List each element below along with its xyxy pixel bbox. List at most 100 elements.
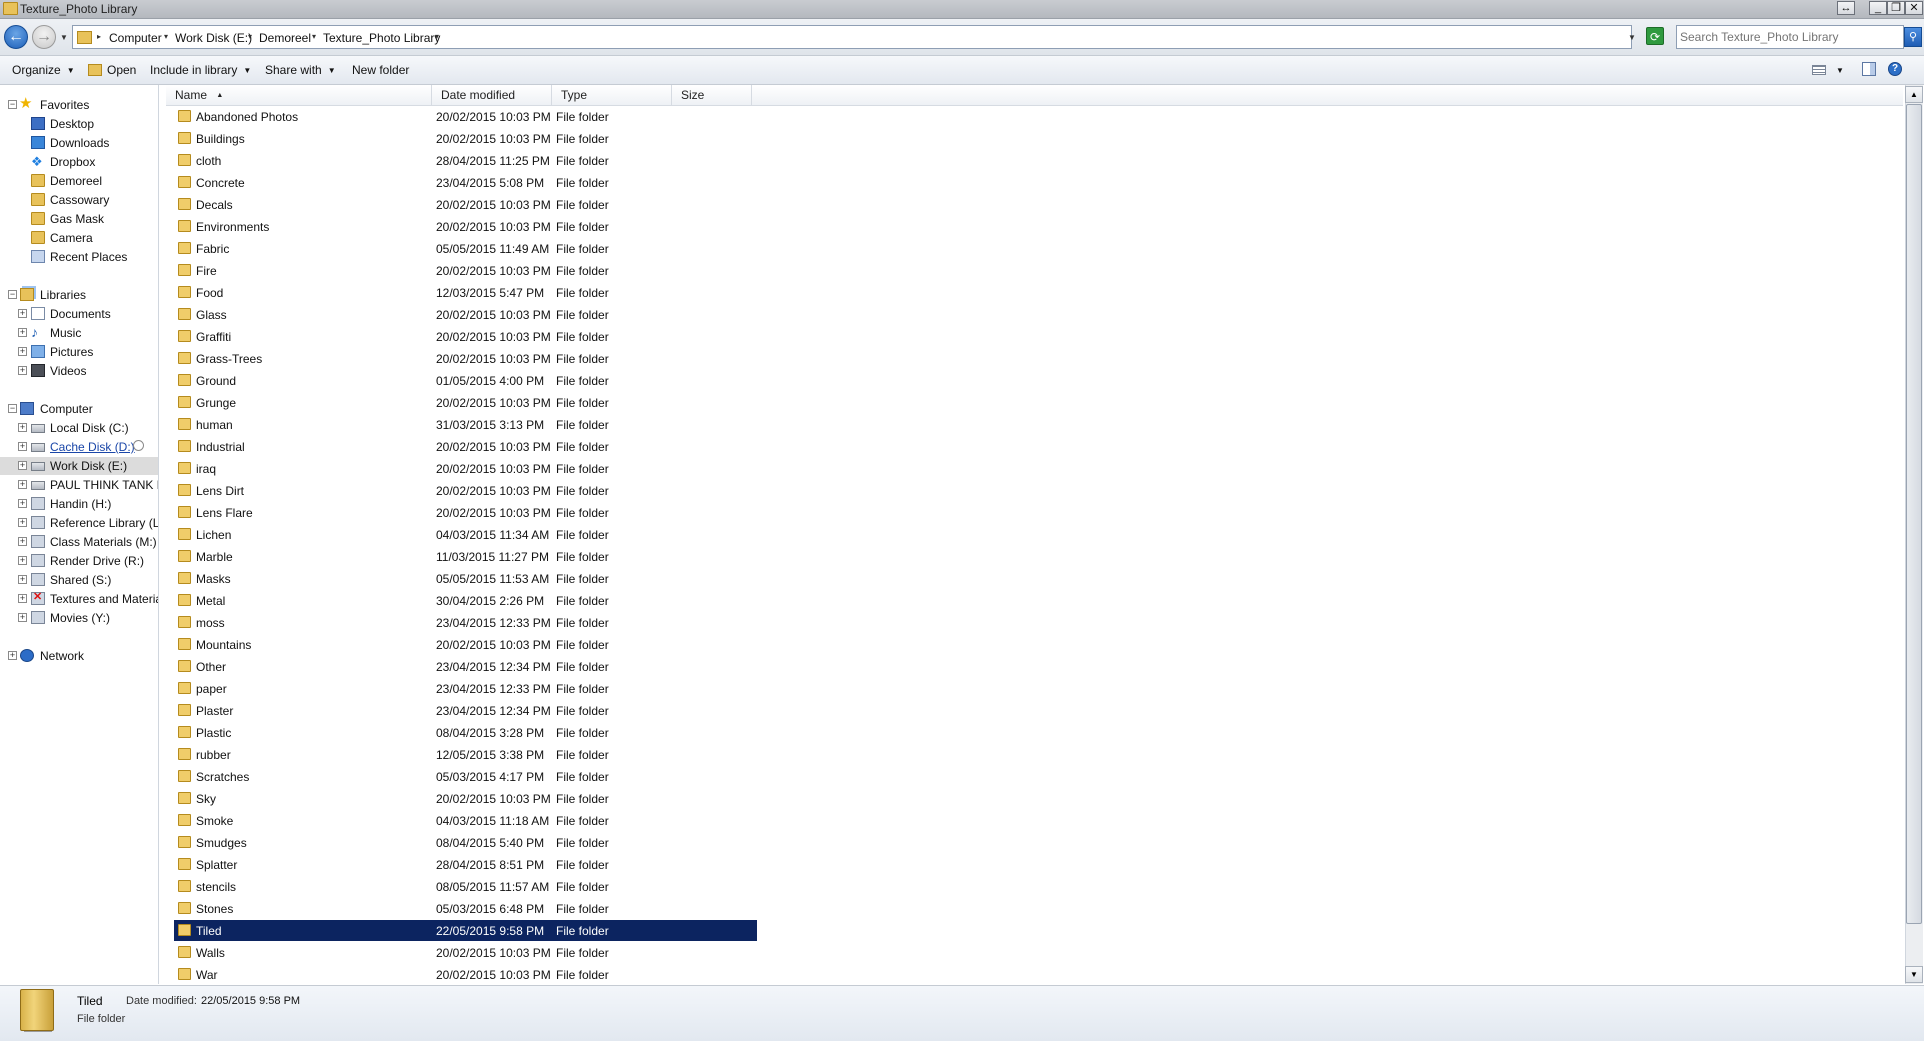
file-row[interactable]: Lichen 04/03/2015 11:34 AM File folder xyxy=(174,524,757,545)
breadcrumb-work-disk[interactable]: Work Disk (E:) xyxy=(175,31,252,45)
file-row[interactable]: Metal 30/04/2015 2:26 PM File folder xyxy=(174,590,757,611)
file-row[interactable]: Plaster 23/04/2015 12:34 PM File folder xyxy=(174,700,757,721)
address-box[interactable]: ▸ Computer ▾ Work Disk (E:) ▾ Demoreel ▾… xyxy=(72,25,1632,49)
nav-item-textures-materials[interactable]: + ✕ Textures and Materials xyxy=(0,590,158,608)
recent-pages-dropdown[interactable]: ▼ xyxy=(60,33,68,42)
file-row[interactable]: Walls 20/02/2015 10:03 PM File folder xyxy=(174,942,757,963)
expand-icon[interactable]: + xyxy=(18,575,27,584)
forward-button[interactable]: → xyxy=(32,25,56,49)
chevron-right-icon[interactable]: ▸ xyxy=(97,32,101,41)
expand-icon[interactable]: + xyxy=(18,309,27,318)
expand-icon[interactable]: + xyxy=(18,423,27,432)
expand-icon[interactable]: + xyxy=(18,480,27,489)
view-options-icon[interactable] xyxy=(1812,65,1826,75)
expand-icon[interactable]: + xyxy=(18,556,27,565)
chevron-down-icon[interactable]: ▾ xyxy=(435,32,439,41)
column-header-size[interactable]: Size xyxy=(672,85,752,105)
nav-item-videos[interactable]: + Videos xyxy=(0,362,158,380)
file-row[interactable]: Environments 20/02/2015 10:03 PM File fold… xyxy=(174,216,757,237)
file-row[interactable]: Smudges 08/04/2015 5:40 PM File folder xyxy=(174,832,757,853)
file-row[interactable]: Plastic 08/04/2015 3:28 PM File folder xyxy=(174,722,757,743)
search-input[interactable] xyxy=(1680,29,1876,45)
nav-favorites[interactable]: − ★ Favorites xyxy=(0,96,158,114)
expand-icon[interactable]: + xyxy=(18,594,27,603)
expand-icon[interactable]: + xyxy=(18,442,27,451)
file-row[interactable]: Graffiti 20/02/2015 10:03 PM File folder xyxy=(174,326,757,347)
file-row[interactable]: Marble 11/03/2015 11:27 PM File folder xyxy=(174,546,757,567)
help-icon[interactable]: ? xyxy=(1888,62,1902,76)
nav-item-demoreel[interactable]: Demoreel xyxy=(0,172,158,190)
back-button[interactable]: ← xyxy=(4,25,28,49)
new-folder-button[interactable]: New folder xyxy=(352,63,409,77)
file-row[interactable]: Fabric 05/05/2015 11:49 AM File folder xyxy=(174,238,757,259)
nav-item-gas-mask[interactable]: Gas Mask xyxy=(0,210,158,228)
preview-pane-icon[interactable] xyxy=(1862,62,1876,76)
expand-icon[interactable]: + xyxy=(18,328,27,337)
nav-item-dropbox[interactable]: ❖ Dropbox xyxy=(0,153,158,171)
chevron-down-icon[interactable]: ▾ xyxy=(248,32,252,41)
share-with-button[interactable]: Share with ▼ xyxy=(265,63,336,77)
file-row[interactable]: paper 23/04/2015 12:33 PM File folder xyxy=(174,678,757,699)
collapse-icon[interactable]: − xyxy=(8,100,17,109)
chevron-down-icon[interactable]: ▾ xyxy=(312,32,316,41)
file-row[interactable]: Concrete 23/04/2015 5:08 PM File folder xyxy=(174,172,757,193)
title-bar[interactable]: Texture_Photo Library ↔ _ ❐ ✕ xyxy=(0,0,1924,19)
nav-item-pictures[interactable]: + Pictures xyxy=(0,343,158,361)
nav-item-shared-s[interactable]: + Shared (S:) xyxy=(0,571,158,589)
file-row[interactable]: Sky 20/02/2015 10:03 PM File folder xyxy=(174,788,757,809)
nav-item-handin-h[interactable]: + Handin (H:) xyxy=(0,495,158,513)
refresh-icon[interactable]: ⟳ xyxy=(1646,27,1664,45)
expand-icon[interactable]: + xyxy=(18,518,27,527)
collapse-icon[interactable]: − xyxy=(8,290,17,299)
open-button[interactable]: Open xyxy=(107,63,136,77)
address-history-dropdown[interactable]: ▼ xyxy=(1628,33,1636,42)
scroll-up-button[interactable]: ▲ xyxy=(1905,86,1923,103)
file-row[interactable]: Other 23/04/2015 12:34 PM File folder xyxy=(174,656,757,677)
chevron-down-icon[interactable]: ▾ xyxy=(164,32,168,41)
file-row[interactable]: Lens Flare 20/02/2015 10:03 PM File folder xyxy=(174,502,757,523)
expand-icon[interactable]: + xyxy=(18,537,27,546)
file-row[interactable]: cloth 28/04/2015 11:25 PM File folder xyxy=(174,150,757,171)
nav-libraries[interactable]: − Libraries xyxy=(0,286,158,304)
nav-item-downloads[interactable]: Downloads xyxy=(0,134,158,152)
nav-item-paul-think-tank[interactable]: + PAUL THINK TANK DRI xyxy=(0,476,158,494)
file-row[interactable]: War 20/02/2015 10:03 PM File folder xyxy=(174,964,757,984)
file-row[interactable]: Buildings 20/02/2015 10:03 PM File folder xyxy=(174,128,757,149)
expand-icon[interactable]: + xyxy=(8,651,17,660)
file-row[interactable]: Splatter 28/04/2015 8:51 PM File folder xyxy=(174,854,757,875)
file-row[interactable]: Food 12/03/2015 5:47 PM File folder xyxy=(174,282,757,303)
expand-icon[interactable]: + xyxy=(18,613,27,622)
file-row[interactable]: Glass 20/02/2015 10:03 PM File folder xyxy=(174,304,757,325)
file-row[interactable]: Lens Dirt 20/02/2015 10:03 PM File folder xyxy=(174,480,757,501)
expand-icon[interactable]: + xyxy=(18,461,27,470)
file-row[interactable]: iraq 20/02/2015 10:03 PM File folder xyxy=(174,458,757,479)
expand-icon[interactable]: + xyxy=(18,347,27,356)
breadcrumb-texture-library[interactable]: Texture_Photo Library xyxy=(323,31,440,45)
restore-button[interactable]: ❐ xyxy=(1887,1,1905,15)
minimize-button[interactable]: _ xyxy=(1869,1,1887,15)
file-row[interactable]: Ground 01/05/2015 4:00 PM File folder xyxy=(174,370,757,391)
nav-item-local-disk-c[interactable]: + Local Disk (C:) xyxy=(0,419,158,437)
resize-icon[interactable]: ↔ xyxy=(1837,1,1855,15)
file-row[interactable]: stencils 08/05/2015 11:57 AM File folder xyxy=(174,876,757,897)
nav-item-camera[interactable]: Camera xyxy=(0,229,158,247)
include-in-library-button[interactable]: Include in library ▼ xyxy=(150,63,251,77)
file-row[interactable]: Stones 05/03/2015 6:48 PM File folder xyxy=(174,898,757,919)
file-row[interactable]: rubber 12/05/2015 3:38 PM File folder xyxy=(174,744,757,765)
file-row[interactable]: Decals 20/02/2015 10:03 PM File folder xyxy=(174,194,757,215)
nav-item-documents[interactable]: + Documents xyxy=(0,305,158,323)
nav-item-recent-places[interactable]: Recent Places xyxy=(0,248,158,266)
nav-item-cassowary[interactable]: Cassowary xyxy=(0,191,158,209)
nav-item-class-materials-m[interactable]: + Class Materials (M:) xyxy=(0,533,158,551)
breadcrumb-computer[interactable]: Computer xyxy=(109,31,162,45)
file-row[interactable]: Grass-Trees 20/02/2015 10:03 PM File folde… xyxy=(174,348,757,369)
file-row[interactable]: Fire 20/02/2015 10:03 PM File folder xyxy=(174,260,757,281)
file-row[interactable]: human 31/03/2015 3:13 PM File folder xyxy=(174,414,757,435)
nav-item-desktop[interactable]: Desktop xyxy=(0,115,158,133)
expand-icon[interactable]: + xyxy=(18,499,27,508)
nav-network[interactable]: + Network xyxy=(0,647,158,665)
nav-item-render-drive-r[interactable]: + Render Drive (R:) xyxy=(0,552,158,570)
column-header-name[interactable]: Name ▲ xyxy=(166,85,432,105)
file-row[interactable]: Smoke 04/03/2015 11:18 AM File folder xyxy=(174,810,757,831)
column-header-type[interactable]: Type xyxy=(552,85,672,105)
